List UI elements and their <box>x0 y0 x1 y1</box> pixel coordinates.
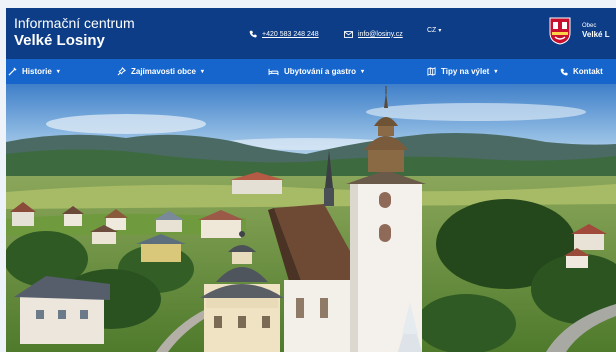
history-icon <box>8 67 17 76</box>
municipality-link[interactable]: Obec Velké L <box>582 22 610 40</box>
top-header: Informační centrum Velké Losiny +420 583… <box>6 8 616 59</box>
nav-item-trips[interactable]: Tipy na výlet ▾ <box>427 59 497 84</box>
phone-icon <box>249 30 257 38</box>
email-link[interactable]: info@losiny.cz <box>358 31 403 38</box>
bed-icon <box>268 68 279 75</box>
nav-item-attractions[interactable]: Zajímavosti obce ▾ <box>117 59 204 84</box>
phone-contact[interactable]: +420 583 248 248 <box>249 27 319 41</box>
site-title-line2: Velké Losiny <box>14 32 105 49</box>
phone-icon <box>560 68 568 75</box>
nav-label-attractions: Zajímavosti obce <box>131 67 196 76</box>
email-contact[interactable]: info@losiny.cz <box>344 27 403 41</box>
hero-landscape-illustration <box>6 84 616 352</box>
nav-item-history[interactable]: Historie ▾ <box>8 59 60 84</box>
language-current: CZ <box>427 27 437 34</box>
nav-item-accommodation[interactable]: Ubytování a gastro ▾ <box>268 59 364 84</box>
municipality-name: Velké L <box>582 30 610 39</box>
main-nav: Historie ▾ Zajímavosti obce ▾ Ubytování … <box>6 59 616 84</box>
municipality-crest-icon[interactable] <box>549 17 571 45</box>
site: Informační centrum Velké Losiny +420 583… <box>6 8 616 352</box>
page: Informační centrum Velké Losiny +420 583… <box>0 0 616 352</box>
nav-label-contact: Kontakt <box>573 67 603 76</box>
site-logo-text[interactable]: Informační centrum Velké Losiny <box>14 15 135 50</box>
nav-label-accommodation: Ubytování a gastro <box>284 67 357 76</box>
pin-icon <box>117 67 126 76</box>
mail-icon <box>344 30 353 38</box>
map-icon <box>427 67 436 76</box>
phone-link[interactable]: +420 583 248 248 <box>262 31 319 38</box>
municipality-label: Obec <box>582 23 597 29</box>
chevron-down-icon: ▾ <box>56 69 60 75</box>
chevron-down-icon: ▾ <box>200 69 204 75</box>
chevron-down-icon: ▾ <box>438 28 442 34</box>
chevron-down-icon: ▾ <box>361 69 365 75</box>
chevron-down-icon: ▾ <box>494 69 498 75</box>
nav-label-history: Historie <box>22 67 52 76</box>
nav-label-trips: Tipy na výlet <box>441 67 490 76</box>
hero-image <box>6 84 616 352</box>
nav-item-contact[interactable]: Kontakt <box>560 59 603 84</box>
site-title-line1: Informační centrum <box>14 15 135 31</box>
language-switcher[interactable]: CZ ▾ <box>427 27 441 34</box>
